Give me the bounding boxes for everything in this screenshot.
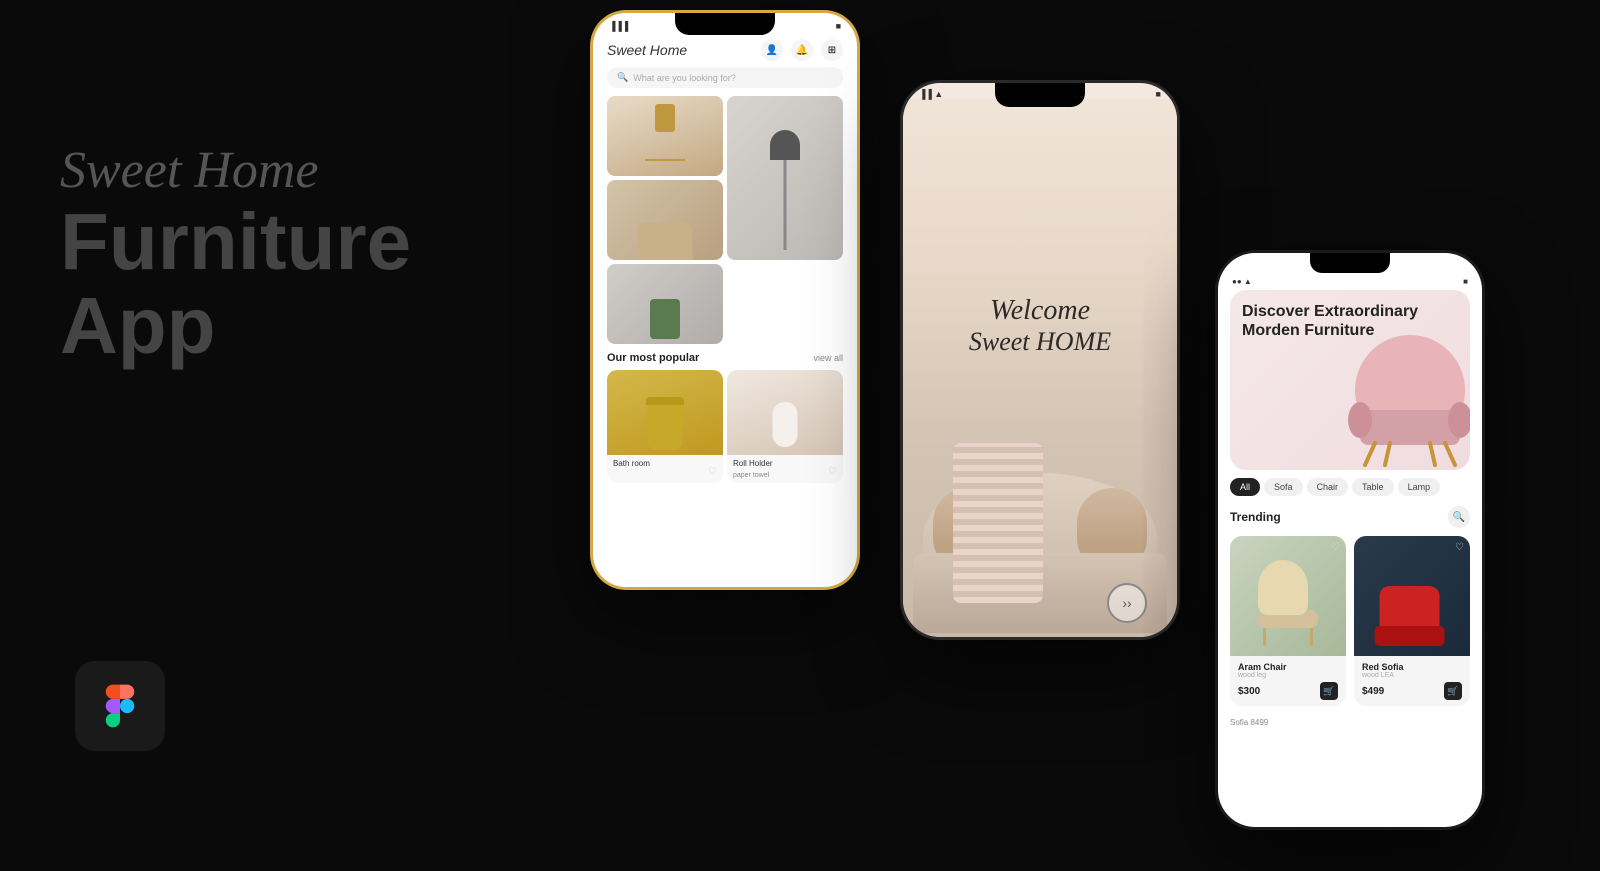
phone2-notch: [995, 83, 1085, 107]
pink-chair-visual: [1330, 325, 1470, 470]
phone1-bell-icon[interactable]: 🔔: [791, 39, 813, 61]
phone2-sweet-home-text: Sweet HOME: [969, 327, 1111, 357]
cat-table[interactable]: Table: [1352, 478, 1394, 496]
aram-name: Aram Chair: [1238, 662, 1338, 672]
aram-card-info: Aram Chair wood leg $300 🛒: [1230, 656, 1346, 706]
aram-cart-button[interactable]: 🛒: [1320, 682, 1338, 700]
product-card-bathroom[interactable]: Bath room ♡: [607, 370, 723, 483]
brand-script: Sweet Home: [60, 140, 411, 202]
knit-blanket: [953, 443, 1043, 603]
phone3-categories: All Sofa Chair Table Lamp: [1218, 478, 1482, 496]
roll-product-sub: paper towel: [727, 472, 843, 483]
phone1-signal: ▐▐▐: [609, 21, 628, 31]
roll-product-name: Roll Holder: [727, 455, 843, 472]
phone2-signal: ▐▐ ▲: [919, 89, 943, 99]
phone2-device: ▐▐ ▲ 07:00 ■ Welcome Sweet HOME ››: [900, 80, 1180, 640]
phone3-hero-card: Discover Extraordinary Morden Furniture: [1230, 290, 1470, 470]
phone1-profile-icon[interactable]: 👤: [761, 39, 783, 61]
cat-lamp[interactable]: Lamp: [1398, 478, 1441, 496]
roll-heart-icon[interactable]: ♡: [828, 466, 837, 477]
bathroom-product-name: Bath room: [607, 455, 723, 472]
phone1-header: Sweet Home 👤 🔔 ⊞: [593, 35, 857, 67]
sofia-bottom: $499 🛒: [1362, 682, 1462, 700]
product-card-roll[interactable]: Roll Holder paper towel ♡: [727, 370, 843, 483]
phone1-grid-icon[interactable]: ⊞: [821, 39, 843, 61]
phone3-trending-header: Trending 🔍: [1218, 506, 1482, 528]
sofia-name: Red Sofia: [1362, 662, 1462, 672]
popular-title: Our most popular: [607, 352, 699, 364]
phone1-battery: ■: [836, 21, 841, 31]
phone1-search-bar[interactable]: 🔍 What are you looking for?: [607, 67, 843, 88]
phone2-welcome-text: Welcome: [969, 295, 1111, 327]
grid-img-armchair[interactable]: [607, 180, 723, 260]
aram-sub: wood leg: [1238, 672, 1338, 679]
phone3-signal: ●● ▲: [1232, 277, 1252, 286]
phone2-background: Welcome Sweet HOME ››: [903, 99, 1177, 637]
phone2-battery: ■: [1156, 89, 1161, 99]
brand-line2: App: [60, 286, 411, 366]
trend-card-sofia[interactable]: ♡ Red Sofia wood LEA $499 🛒: [1354, 536, 1470, 706]
phone1-title: Sweet Home: [607, 42, 687, 58]
bathroom-heart-icon[interactable]: ♡: [708, 466, 717, 477]
phone1-image-grid: [607, 96, 843, 344]
search-icon: 🔍: [617, 72, 628, 83]
grid-img-floor-lamp[interactable]: [727, 96, 843, 260]
sofia-badge-area: Sofia 8499: [1218, 706, 1482, 736]
aram-chair-image: ♡: [1230, 536, 1346, 656]
brand-area: Sweet Home Furniture App: [60, 140, 411, 366]
aram-bottom: $300 🛒: [1238, 682, 1338, 700]
sofia-heart-icon[interactable]: ♡: [1455, 542, 1464, 553]
brand-line1: Furniture: [60, 202, 411, 282]
trend-card-aram[interactable]: ♡ Aram Chair wood leg $300 🛒: [1230, 536, 1346, 706]
red-sofa-shape: [1380, 586, 1445, 646]
sofia-sub: wood LEA: [1362, 672, 1462, 679]
view-all-link[interactable]: view all: [813, 353, 843, 363]
grid-img-plant[interactable]: [607, 264, 723, 344]
aram-chair-shape: [1258, 560, 1318, 646]
aram-heart-icon[interactable]: ♡: [1331, 542, 1340, 553]
red-sofa-image: ♡: [1354, 536, 1470, 656]
cat-sofa[interactable]: Sofa: [1264, 478, 1303, 496]
phone3-device: ●● ▲ ■ Discover Extraordinary Morden Fur…: [1215, 250, 1485, 830]
phone2-next-button[interactable]: ››: [1107, 583, 1147, 623]
phone3-battery: ■: [1463, 277, 1468, 286]
phone1-products-grid: Bath room ♡ Roll Holder paper towel ♡: [607, 370, 843, 483]
phone3-status-bar: ●● ▲ ■: [1218, 273, 1482, 290]
sofia-badge-label: Sofia 8499: [1230, 718, 1268, 727]
figma-icon: [75, 661, 165, 751]
trending-title: Trending: [1230, 510, 1281, 524]
cat-chair[interactable]: Chair: [1307, 478, 1349, 496]
discover-title: Discover Extraordinary Morden Furniture: [1242, 302, 1458, 340]
phone1-notch: [675, 13, 775, 35]
phone3-trend-cards: ♡ Aram Chair wood leg $300 🛒: [1218, 536, 1482, 706]
sofia-cart-button[interactable]: 🛒: [1444, 682, 1462, 700]
aram-price: $300: [1238, 686, 1260, 697]
search-placeholder: What are you looking for?: [633, 73, 736, 83]
grid-img-lamp[interactable]: [607, 96, 723, 176]
phone3-notch: [1310, 253, 1390, 273]
phone1-popular-header: Our most popular view all: [593, 352, 857, 364]
sofia-price: $499: [1362, 686, 1384, 697]
trending-search-icon[interactable]: 🔍: [1448, 506, 1470, 528]
phone1-device: ▐▐▐ ■ Sweet Home 👤 🔔 ⊞ 🔍 What are you lo…: [590, 10, 860, 590]
sofia-card-info: Red Sofia wood LEA $499 🛒: [1354, 656, 1470, 706]
cat-all[interactable]: All: [1230, 478, 1260, 496]
